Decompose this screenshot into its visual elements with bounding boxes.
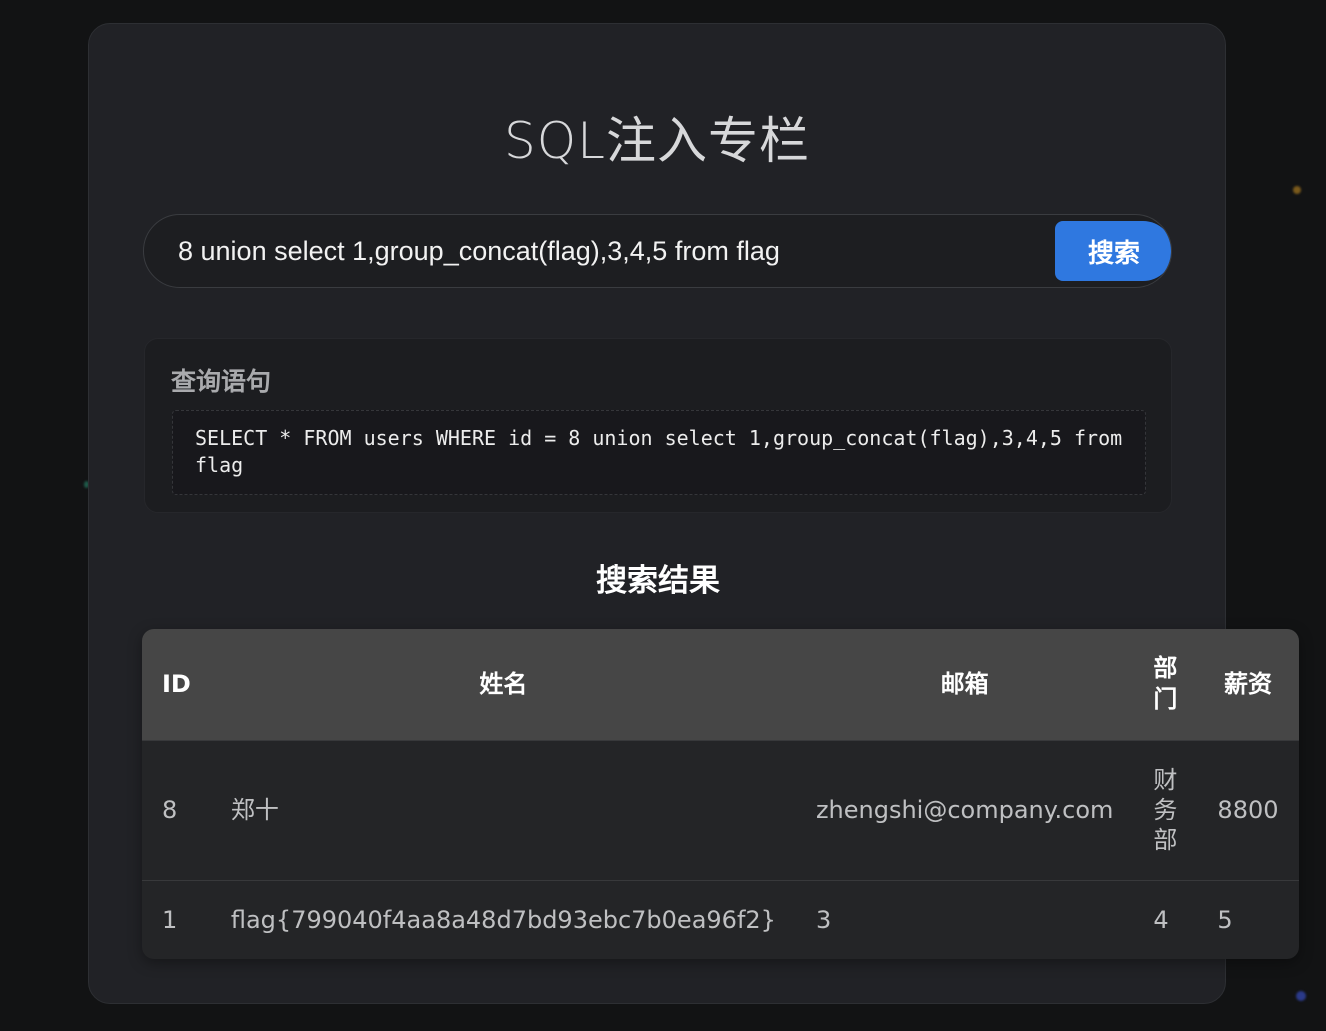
column-header-department: 部门 <box>1133 629 1198 740</box>
column-header-id: ID <box>142 629 211 740</box>
cell-id: 8 <box>142 739 211 880</box>
cell-name: 郑十 <box>210 739 796 880</box>
cell-id: 1 <box>142 879 211 959</box>
cell-salary: 5 <box>1197 879 1299 959</box>
column-header-name: 姓名 <box>210 629 796 740</box>
results-title: 搜索结果 <box>596 563 720 599</box>
table-header-row: ID 姓名 邮箱 部门 薪资 <box>142 629 1299 740</box>
results-table: ID 姓名 邮箱 部门 薪资 8 郑十 zhengshi@company.com… <box>142 629 1299 959</box>
background-glow-dot <box>1293 186 1301 194</box>
cell-department: 财务部 <box>1133 739 1198 880</box>
sql-query-code: SELECT * FROM users WHERE id = 8 union s… <box>172 410 1146 495</box>
page-title: SQL注入专栏 <box>504 112 810 170</box>
search-button[interactable]: 搜索 <box>1055 221 1171 281</box>
column-header-email: 邮箱 <box>795 629 1134 740</box>
query-panel: 查询语句 SELECT * FROM users WHERE id = 8 un… <box>144 338 1172 513</box>
background-glow-dot <box>1296 991 1306 1001</box>
search-input[interactable] <box>168 215 1058 287</box>
column-header-salary: 薪资 <box>1197 629 1299 740</box>
query-label: 查询语句 <box>171 367 272 396</box>
table-row: 8 郑十 zhengshi@company.com 财务部 8800 <box>142 739 1299 880</box>
table-row: 1 flag{799040f4aa8a48d7bd93ebc7b0ea96f2}… <box>142 879 1299 959</box>
cell-salary: 8800 <box>1197 739 1299 880</box>
cell-email: 3 <box>795 879 1134 959</box>
cell-department: 4 <box>1133 879 1198 959</box>
cell-email: zhengshi@company.com <box>795 739 1134 880</box>
cell-name: flag{799040f4aa8a48d7bd93ebc7b0ea96f2} <box>210 879 796 959</box>
search-bar: 搜索 <box>143 214 1172 288</box>
